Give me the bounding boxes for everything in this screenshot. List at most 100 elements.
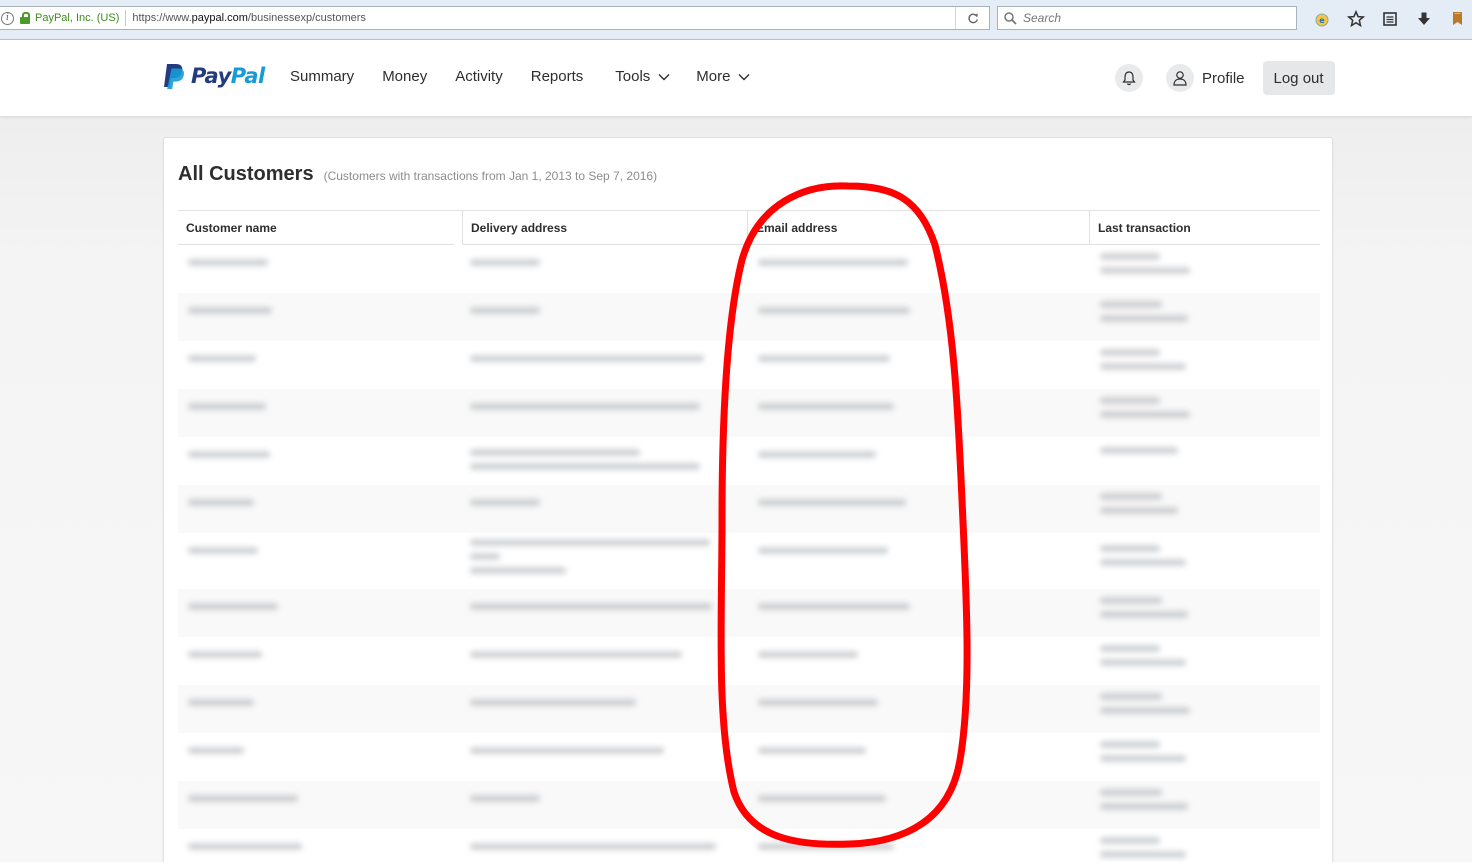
url-path: /businessexp/customers <box>247 12 366 24</box>
table-row[interactable] <box>178 389 1320 437</box>
page-title: All Customers <box>178 163 314 185</box>
redacted-cell <box>470 539 710 581</box>
redacted-cell <box>758 699 878 713</box>
logo-pay: Pay <box>191 64 231 88</box>
column-header-delivery-address[interactable]: Delivery address <box>462 211 746 245</box>
redacted-cell <box>758 651 858 665</box>
redacted-cell <box>758 747 866 761</box>
url-host: paypal.com <box>191 12 248 24</box>
redacted-cell <box>188 403 266 417</box>
table-row[interactable] <box>178 293 1320 341</box>
card-title: All Customers (Customers with transactio… <box>178 163 657 186</box>
logo-pal: Pal <box>230 64 265 88</box>
redacted-cell <box>1100 447 1178 461</box>
search-icon <box>1004 11 1017 25</box>
redacted-cell <box>188 747 244 761</box>
header-actions: Profile Log out <box>1115 61 1335 95</box>
profile-link[interactable]: Profile <box>1166 64 1245 92</box>
redacted-cell <box>470 699 636 713</box>
table-row[interactable] <box>178 637 1320 685</box>
redacted-cell <box>470 603 712 617</box>
redacted-cell <box>188 603 278 617</box>
table-row[interactable] <box>178 685 1320 733</box>
paypal-wordmark: PayPal <box>191 64 265 88</box>
browser-toolbar: i PayPal, Inc. (US) https://www.paypal.c… <box>0 0 1472 40</box>
redacted-cell <box>188 499 254 513</box>
nav-more-label: More <box>696 68 731 85</box>
bookmark-tag-icon[interactable] <box>1441 7 1472 31</box>
site-identity[interactable]: PayPal, Inc. (US) <box>35 12 119 24</box>
table-row[interactable] <box>178 437 1320 485</box>
redacted-cell <box>188 699 254 713</box>
redacted-cell <box>1100 645 1186 673</box>
url-divider <box>125 10 127 26</box>
nav-money[interactable]: Money <box>382 68 427 85</box>
redacted-cell <box>758 451 876 465</box>
reading-list-icon[interactable] <box>1373 7 1407 31</box>
redacted-cell <box>1100 693 1190 721</box>
reload-button[interactable] <box>955 7 989 29</box>
redacted-cell <box>1100 493 1178 521</box>
redacted-cell <box>188 651 262 665</box>
nav-reports[interactable]: Reports <box>531 68 584 85</box>
redacted-cell <box>470 843 716 857</box>
redacted-cell <box>1100 597 1188 625</box>
redacted-cell <box>758 795 886 809</box>
redacted-cell <box>1100 397 1190 425</box>
browser-toolbar-icons: e <box>1305 7 1472 31</box>
profile-label: Profile <box>1202 69 1245 87</box>
table-row[interactable] <box>178 533 1320 589</box>
paypal-logo[interactable]: PayPal <box>163 61 265 91</box>
column-header-email-address[interactable]: Email address <box>747 211 1089 245</box>
redacted-cell <box>470 651 682 665</box>
column-header-last-transaction[interactable]: Last transaction <box>1089 211 1320 245</box>
download-arrow-icon[interactable] <box>1407 7 1441 31</box>
table-header: Customer name Delivery address Email add… <box>178 210 1320 245</box>
redacted-cell <box>188 307 272 321</box>
notifications-button[interactable] <box>1115 64 1143 92</box>
redacted-cell <box>1100 349 1186 377</box>
table-row[interactable] <box>178 245 1320 293</box>
redacted-cell <box>188 843 302 857</box>
profile-avatar <box>1166 64 1194 92</box>
table-row[interactable] <box>178 733 1320 781</box>
chevron-down-icon <box>738 73 750 80</box>
redacted-cell <box>188 795 298 809</box>
nav-summary[interactable]: Summary <box>290 68 354 85</box>
redacted-cell <box>188 547 258 561</box>
redacted-cell <box>470 499 540 513</box>
paypal-p-icon <box>164 63 184 89</box>
redacted-cell <box>1100 253 1190 281</box>
reload-icon <box>967 13 978 24</box>
redacted-cell <box>1100 837 1186 862</box>
redacted-cell <box>470 259 540 273</box>
nav-activity[interactable]: Activity <box>455 68 503 85</box>
nav-tools-label: Tools <box>615 68 651 85</box>
redacted-cell <box>1100 741 1186 769</box>
redacted-cell <box>758 403 894 417</box>
browser-search-input[interactable]: Search <box>997 6 1297 30</box>
column-header-customer-name[interactable]: Customer name <box>178 211 454 245</box>
table-row[interactable] <box>178 341 1320 389</box>
table-row[interactable] <box>178 781 1320 829</box>
table-row[interactable] <box>178 829 1320 862</box>
redacted-cell <box>758 547 888 561</box>
redacted-cell <box>470 307 540 321</box>
star-bookmark-icon[interactable] <box>1339 7 1373 31</box>
nav-more[interactable]: More <box>696 68 750 85</box>
redacted-cell <box>758 307 910 321</box>
table-row[interactable] <box>178 589 1320 637</box>
logout-button[interactable]: Log out <box>1262 61 1335 95</box>
page-subtitle: (Customers with transactions from Jan 1,… <box>323 169 658 183</box>
user-icon <box>1173 71 1187 86</box>
info-icon[interactable]: i <box>1 11 14 25</box>
address-bar[interactable]: i PayPal, Inc. (US) https://www.paypal.c… <box>0 6 990 30</box>
main-nav: Summary Money Activity Reports Tools Mor… <box>290 68 750 85</box>
redacted-cell <box>470 795 540 809</box>
url-prefix: https://www. <box>132 12 192 24</box>
ie-legacy-icon[interactable]: e <box>1305 7 1339 31</box>
redacted-cell <box>758 499 906 513</box>
url-text[interactable]: https://www.paypal.com/businessexp/custo… <box>132 12 366 24</box>
nav-tools[interactable]: Tools <box>615 68 670 85</box>
table-row[interactable] <box>178 485 1320 533</box>
